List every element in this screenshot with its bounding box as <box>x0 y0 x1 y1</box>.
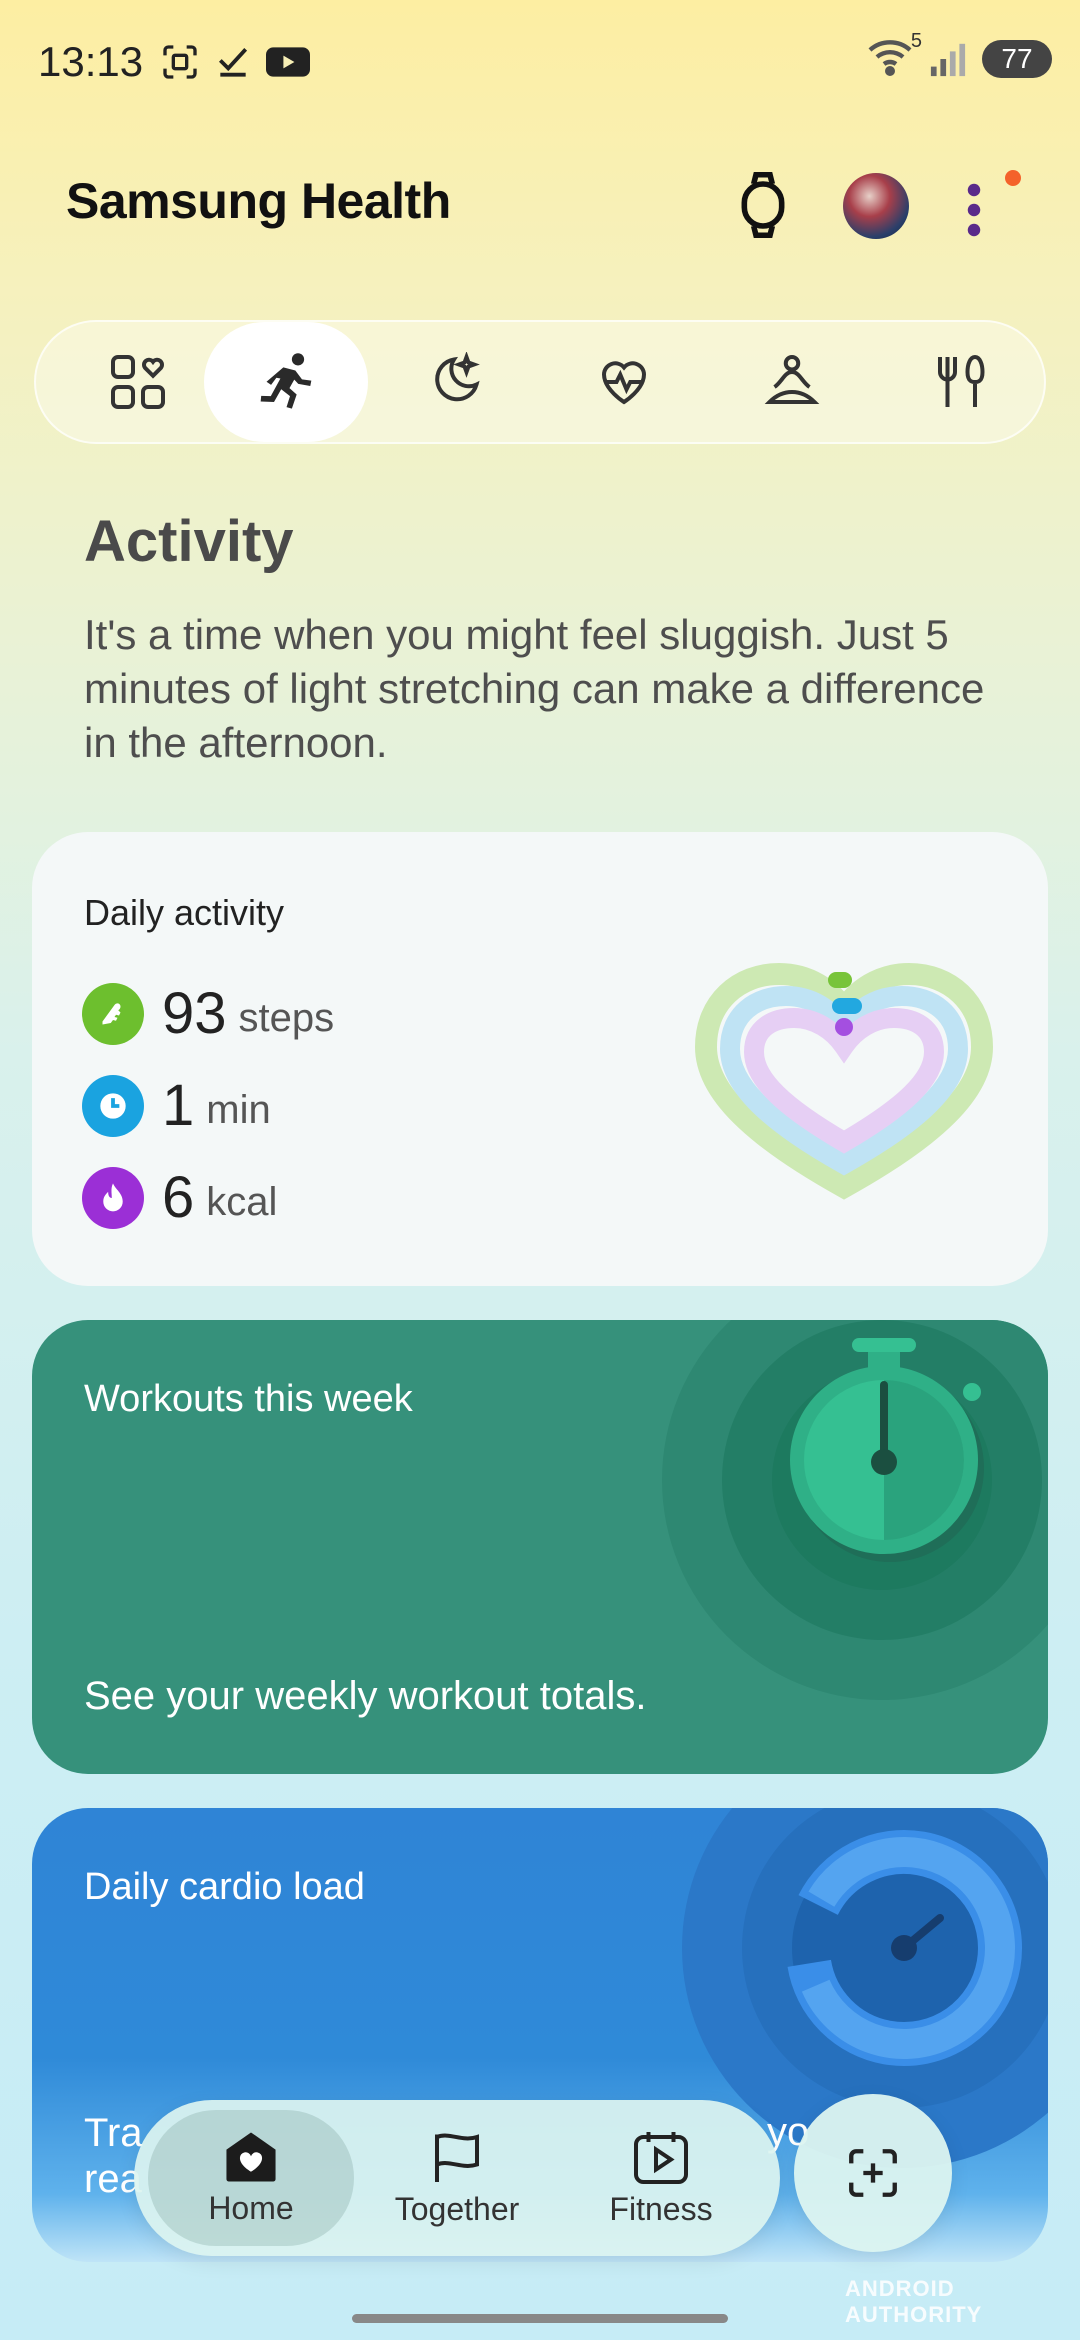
mindfulness-icon <box>764 355 820 404</box>
watermark: ANDROID AUTHORITY <box>845 2276 983 2327</box>
sleep-icon <box>435 352 480 402</box>
minutes-value: 1 <box>162 1073 195 1138</box>
tab-sleep[interactable] <box>372 322 536 442</box>
screenshot-icon <box>163 45 197 79</box>
workouts-card[interactable]: Workouts this week See your weekly worko… <box>32 1320 1048 1774</box>
steps-value: 93 <box>162 981 227 1046</box>
tab-mindfulness[interactable] <box>710 322 874 442</box>
section-description: It's a time when you might feel sluggish… <box>84 611 985 766</box>
wifi-badge: 5 <box>910 30 922 52</box>
cardio-subtitle-line-1: Tra <box>84 2111 143 2155</box>
nav-fitness-label: Fitness <box>609 2190 713 2227</box>
minutes-unit: min <box>206 1088 271 1132</box>
tab-food[interactable] <box>878 322 1042 442</box>
checkmark-icon <box>218 48 248 77</box>
signal-icon <box>930 43 966 76</box>
clock-icon <box>82 1074 144 1137</box>
activity-heart-rings <box>694 962 994 1200</box>
flame-icon <box>82 1166 144 1229</box>
nav-home-label: Home <box>208 2189 294 2226</box>
steps-unit: steps <box>238 996 335 1040</box>
daily-activity-card[interactable]: Daily activity 93 steps 1 min 6 kcal <box>32 832 1048 1286</box>
kcal-value: 6 <box>162 1165 195 1230</box>
status-time: 13:13 <box>38 38 144 85</box>
nav-home[interactable]: Home <box>148 2110 354 2246</box>
watch-icon <box>741 171 785 239</box>
tab-dashboard[interactable] <box>56 322 220 442</box>
nav-together[interactable]: Together <box>354 2110 560 2246</box>
status-bar: 13:13 5 77 <box>0 0 1080 130</box>
cardio-label: Daily cardio load <box>84 1866 365 1908</box>
kcal-metric: 6 kcal <box>82 1164 277 1231</box>
status-left-icons <box>160 42 310 82</box>
stopwatch-illustration <box>662 1320 1048 1700</box>
daily-activity-label: Daily activity <box>84 892 285 933</box>
flag-icon <box>435 2133 479 2182</box>
add-record-icon <box>849 2149 897 2197</box>
kcal-unit: kcal <box>206 1180 278 1224</box>
tab-heart[interactable] <box>542 322 706 442</box>
bottom-nav: Home Together Fitness <box>134 2100 780 2256</box>
status-right-icons: 5 77 <box>866 30 1052 81</box>
workouts-subtitle: See your weekly workout totals. <box>84 1674 647 1718</box>
section-title: Activity <box>84 509 294 574</box>
steps-icon <box>82 982 144 1045</box>
more-options-button[interactable] <box>962 180 986 240</box>
home-heart-icon <box>226 2131 276 2182</box>
youtube-icon <box>266 47 310 77</box>
add-record-button[interactable] <box>794 2094 952 2252</box>
activity-run-icon <box>260 353 312 409</box>
app-title: Samsung Health <box>66 173 451 229</box>
steps-metric: 93 steps <box>82 980 334 1047</box>
calendar-play-icon <box>634 2131 688 2184</box>
heart-rate-icon <box>601 361 647 405</box>
nav-fitness[interactable]: Fitness <box>558 2110 764 2246</box>
battery-icon: 77 <box>982 39 1052 78</box>
more-vert-icon <box>967 183 981 237</box>
minutes-metric: 1 min <box>82 1072 271 1139</box>
dashboard-icon <box>111 355 165 409</box>
nav-together-label: Together <box>394 2190 520 2227</box>
wifi-icon: 5 <box>866 30 922 81</box>
category-tabs <box>34 320 1046 444</box>
home-indicator[interactable] <box>352 2314 728 2323</box>
food-icon <box>938 354 985 407</box>
workouts-label: Workouts this week <box>84 1378 413 1420</box>
watch-button[interactable] <box>735 171 791 239</box>
avatar[interactable] <box>843 173 909 239</box>
notification-dot <box>1005 170 1021 186</box>
tab-activity[interactable] <box>204 322 368 442</box>
